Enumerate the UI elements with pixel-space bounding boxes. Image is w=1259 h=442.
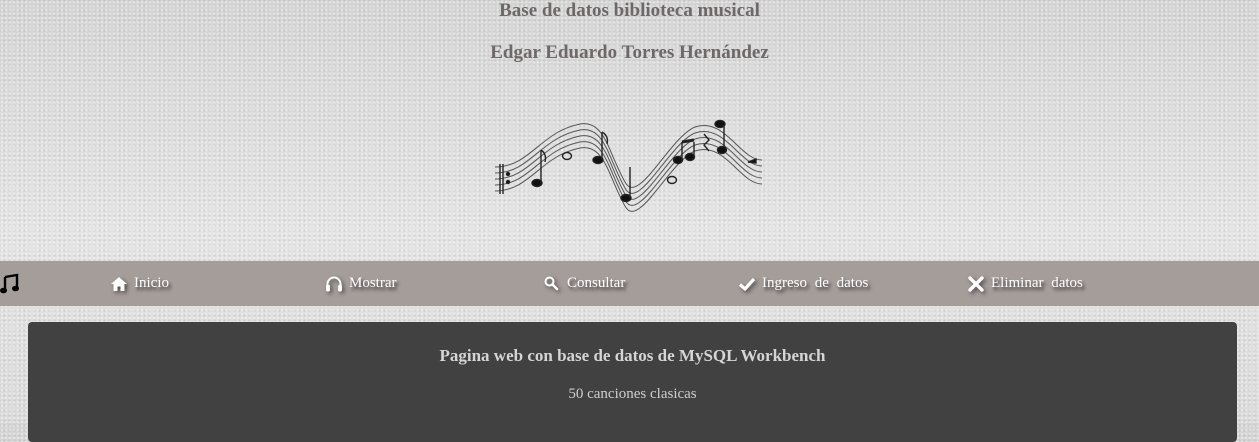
music-note-icon bbox=[0, 273, 20, 295]
close-icon bbox=[967, 275, 985, 293]
nav-item-mostrar[interactable]: Mostrar bbox=[325, 261, 397, 306]
main-nav: Inicio Mostrar Consultar Ingreso de dato… bbox=[0, 261, 1259, 306]
nav-item-inicio[interactable]: Inicio bbox=[110, 261, 169, 306]
nav-item-label: Inicio bbox=[134, 275, 169, 291]
content-panel: Pagina web con base de datos de MySQL Wo… bbox=[28, 322, 1237, 442]
search-icon bbox=[543, 275, 561, 293]
nav-item-label: Mostrar bbox=[349, 275, 397, 291]
panel-title: Pagina web con base de datos de MySQL Wo… bbox=[439, 346, 826, 365]
author-name: Edgar Eduardo Torres Hernández bbox=[490, 42, 769, 63]
nav-item-eliminar-datos[interactable]: Eliminar datos bbox=[967, 261, 1083, 306]
panel-subtitle: 50 canciones clasicas bbox=[568, 386, 697, 402]
music-staff-banner bbox=[490, 112, 765, 212]
home-icon bbox=[110, 275, 128, 293]
nav-item-ingreso-de-datos[interactable]: Ingreso de datos bbox=[738, 261, 868, 306]
nav-item-label: Ingreso de datos bbox=[762, 275, 869, 291]
nav-item-label: Consultar bbox=[567, 275, 626, 291]
nav-item-label: Eliminar datos bbox=[991, 275, 1083, 291]
nav-item-consultar[interactable]: Consultar bbox=[543, 261, 625, 306]
check-icon bbox=[738, 275, 756, 293]
headphones-icon bbox=[325, 275, 343, 293]
page-title: Base de datos biblioteca musical bbox=[499, 0, 760, 21]
